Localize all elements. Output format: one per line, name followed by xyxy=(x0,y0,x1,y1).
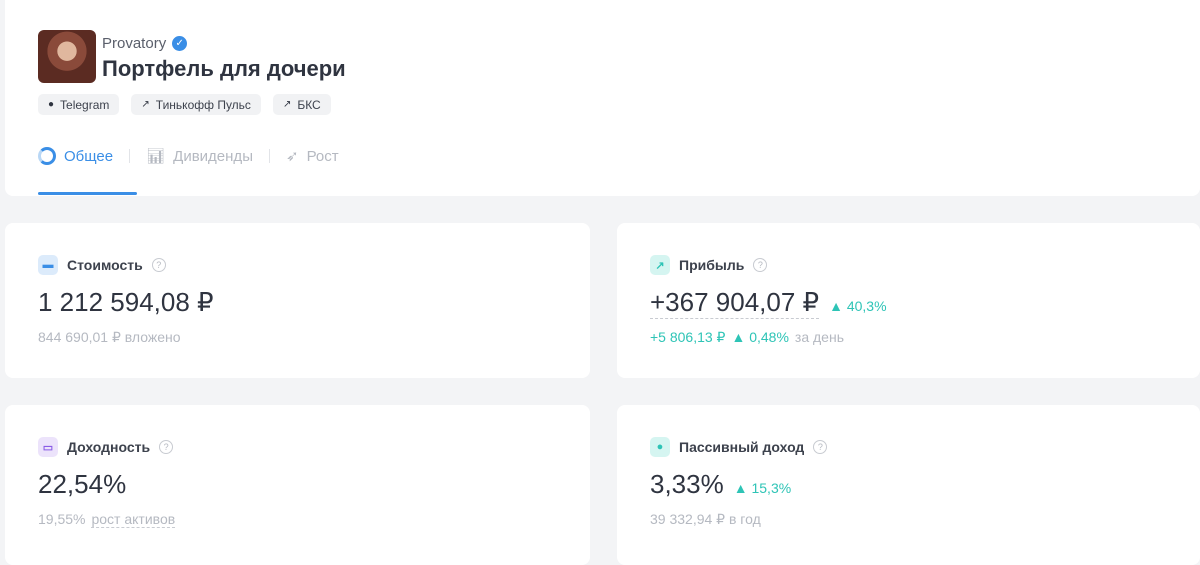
link-label: Тинькофф Пульс xyxy=(155,97,251,112)
tab-label: Дивиденды xyxy=(173,147,253,165)
value-amount: 1 212 594,08 ₽ xyxy=(38,287,214,317)
calendar-icon: ▭ xyxy=(38,437,58,457)
link-tinkoff-pulse[interactable]: ↗ Тинькофф Пульс xyxy=(131,94,261,115)
passive-amount: 3,33% xyxy=(650,469,724,499)
card-value: ▬ Стоимость? 1 212 594,08 ₽ 844 690,01 ₽ … xyxy=(5,223,590,378)
profit-pct: ▲ 40,3% xyxy=(829,298,887,314)
piggy-bank-icon: ● xyxy=(650,437,670,457)
card-label: Пассивный доход xyxy=(679,439,805,455)
card-yield: ▭ Доходность? 22,54% 19,55% рост активов xyxy=(5,405,590,565)
growth-label[interactable]: рост активов xyxy=(91,511,176,528)
card-label: Стоимость xyxy=(67,257,143,273)
card-profit: ↗ Прибыль? +367 904,07 ₽ ▲ 40,3% +5 806,13… xyxy=(617,223,1200,378)
portfolio-header: Provatory ✓ Портфель для дочери ● Telegram… xyxy=(5,0,1200,196)
divider xyxy=(129,149,131,163)
day-profit-amount: +5 806,13 ₽ xyxy=(650,329,726,345)
card-passive-income: ● Пассивный доход? 3,33% ▲ 15,3% 39 332,94… xyxy=(617,405,1200,565)
avatar[interactable] xyxy=(38,30,96,83)
tab-dividends[interactable]: 📊︎ Дивиденды xyxy=(146,147,253,166)
tab-general[interactable]: Общее xyxy=(38,147,113,165)
card-label: Доходность xyxy=(67,439,151,455)
telegram-icon: ● xyxy=(48,99,55,110)
help-icon[interactable]: ? xyxy=(151,258,166,272)
author-name[interactable]: Provatory xyxy=(102,35,166,52)
line-chart-icon: ↗ xyxy=(650,255,670,275)
passive-pct: ▲ 15,3% xyxy=(733,480,792,496)
bar-chart-icon: 📊︎ xyxy=(146,148,166,165)
divider xyxy=(268,149,270,163)
rocket-icon: ➶ xyxy=(285,148,299,165)
link-label: Telegram xyxy=(60,97,110,112)
link-telegram[interactable]: ● Telegram xyxy=(38,94,120,115)
help-icon[interactable]: ? xyxy=(813,440,828,454)
growth-value: 19,55% xyxy=(38,511,86,527)
help-icon[interactable]: ? xyxy=(753,258,768,272)
tab-growth[interactable]: ➶ Рост xyxy=(285,147,339,166)
link-bks[interactable]: ↗ БКС xyxy=(272,94,331,115)
active-tab-indicator xyxy=(38,192,137,195)
wallet-icon: ▬ xyxy=(38,255,58,275)
invested-amount: 844 690,01 ₽ вложено xyxy=(38,329,181,345)
external-link-icon: ↗ xyxy=(141,99,150,110)
day-profit-pct: ▲ 0,48% xyxy=(731,329,789,345)
tab-label: Общее xyxy=(64,147,114,165)
passive-pct-value: 15,3% xyxy=(751,480,792,496)
tab-label: Рост xyxy=(306,147,339,165)
external-link-icon: ↗ xyxy=(282,99,292,110)
yield-amount: 22,54% xyxy=(38,469,127,499)
profit-amount[interactable]: +367 904,07 ₽ xyxy=(650,287,820,319)
verified-icon: ✓ xyxy=(172,36,188,51)
page-title: Портфель для дочери xyxy=(102,56,346,81)
donut-icon xyxy=(38,147,56,165)
day-suffix: за день xyxy=(794,329,844,345)
passive-per-year: 39 332,94 ₽ в год xyxy=(650,511,761,527)
help-icon[interactable]: ? xyxy=(159,440,174,454)
link-label: БКС xyxy=(297,97,321,112)
author[interactable]: Provatory ✓ xyxy=(102,35,188,52)
profit-pct-value: 40,3% xyxy=(846,298,887,314)
day-pct-value: 0,48% xyxy=(749,329,789,345)
card-label: Прибыль xyxy=(679,257,745,273)
